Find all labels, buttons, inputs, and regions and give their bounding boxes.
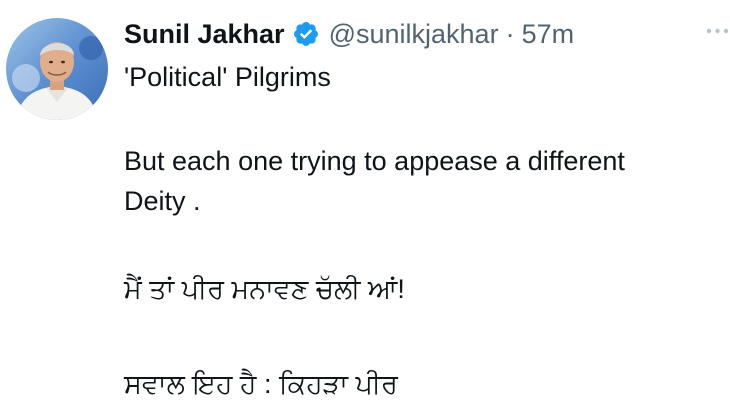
avatar-image — [6, 18, 108, 120]
author-avatar[interactable] — [6, 18, 108, 120]
more-horizontal-icon[interactable] — [705, 20, 730, 42]
verified-badge-icon[interactable] — [292, 20, 320, 48]
tweet-text-line: ਮੈਂ ਤਾਂ ਪੀਰ ਮਨਾਵਣ ਚੱਲੀ ਆਂ! — [124, 274, 405, 304]
tweet-timestamp[interactable]: 57m — [522, 19, 575, 50]
tweet-text-line: 'Political' Pilgrims — [124, 62, 331, 92]
tweet-text-line: Deity . — [124, 186, 201, 216]
tweet-header: Sunil Jakhar @sunilkjakhar · 57m — [124, 14, 574, 54]
tweet-text-line: ਸਵਾਲ ਇਹ ਹੈ : ਕਿਹੜਾ ਪੀਰ — [124, 369, 398, 399]
author-handle[interactable]: @sunilkjakhar — [329, 19, 499, 50]
author-name[interactable]: Sunil Jakhar — [124, 19, 285, 50]
tweet-card[interactable]: Sunil Jakhar @sunilkjakhar · 57m 'Politi… — [0, 0, 730, 407]
tweet-text-line: But each one trying to appease a differe… — [124, 146, 625, 176]
separator-dot: · — [505, 18, 515, 49]
